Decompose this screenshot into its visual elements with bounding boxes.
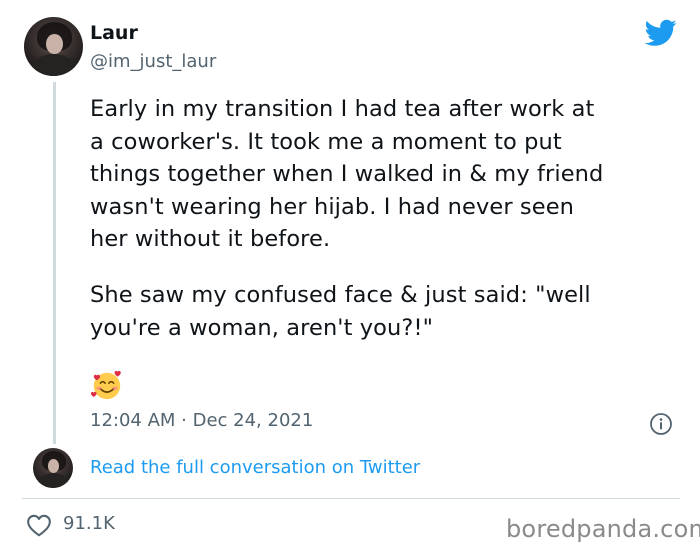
- avatar-face: [46, 33, 63, 54]
- tweet-text-paragraph-1: Early in my transition I had tea after w…: [90, 96, 604, 252]
- twitter-bird-icon[interactable]: [645, 19, 677, 47]
- author-avatar-small[interactable]: [33, 448, 73, 488]
- author-avatar[interactable]: [24, 17, 83, 76]
- author-display-name[interactable]: Laur: [90, 22, 138, 44]
- avatar-figure: [29, 53, 78, 76]
- avatar-figure: [37, 472, 69, 488]
- tweet-text-paragraph-2: She saw my confused face & just said: "w…: [90, 282, 591, 341]
- tweet-timestamp[interactable]: 12:04 AM · Dec 24, 2021: [90, 410, 313, 431]
- smiling-face-with-hearts-icon: [90, 370, 121, 400]
- boredpanda-watermark: boredpanda.com: [506, 515, 700, 543]
- heart-icon[interactable]: [26, 513, 52, 537]
- thread-connector-line: [53, 82, 56, 444]
- info-icon[interactable]: [649, 412, 673, 436]
- author-handle[interactable]: @im_just_laur: [90, 51, 216, 72]
- read-full-conversation-link[interactable]: Read the full conversation on Twitter: [90, 457, 420, 478]
- like-count[interactable]: 91.1K: [63, 513, 115, 534]
- divider: [22, 498, 680, 499]
